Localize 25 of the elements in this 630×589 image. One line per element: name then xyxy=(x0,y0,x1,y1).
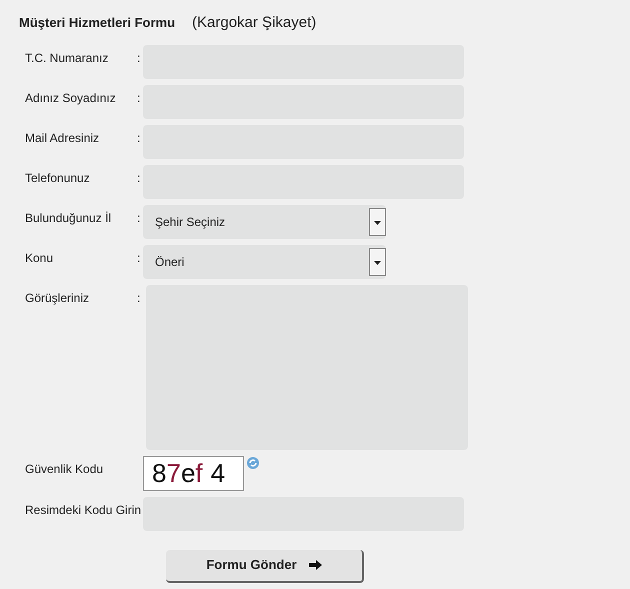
select-value: Şehir Seçiniz xyxy=(155,214,226,230)
arrow-right-icon xyxy=(308,560,322,570)
colon: : xyxy=(137,170,140,186)
colon: : xyxy=(137,290,140,306)
form-subtitle: (Kargokar Şikayet) xyxy=(192,13,316,33)
field-label: Bulunduğunuz İl xyxy=(24,210,112,226)
refresh-icon[interactable] xyxy=(246,456,260,470)
captcha-image: 87ef 4 xyxy=(143,456,244,490)
form-title: Müşteri Hizmetleri Formu xyxy=(19,14,176,32)
colon: : xyxy=(137,210,140,226)
colon: : xyxy=(137,90,140,106)
select-value: Öneri xyxy=(155,254,184,270)
field-label: T.C. Numaranız xyxy=(24,50,110,66)
field-label: Konu xyxy=(24,250,54,266)
select-field[interactable]: Öneri xyxy=(143,244,386,278)
field-label: Güvenlik Kodu xyxy=(24,460,104,478)
field-label: Mail Adresiniz xyxy=(24,130,100,146)
colon: : xyxy=(137,130,140,146)
field-label: Telefonunuz xyxy=(24,170,91,186)
colon: : xyxy=(137,50,140,66)
select-field[interactable]: Şehir Seçiniz xyxy=(143,204,386,238)
colon: : xyxy=(137,250,140,266)
field-label: Görüşleriniz xyxy=(24,290,90,306)
submit-button[interactable]: Formu Gönder xyxy=(166,550,364,582)
field-label: Adınız Soyadınız xyxy=(24,90,117,106)
